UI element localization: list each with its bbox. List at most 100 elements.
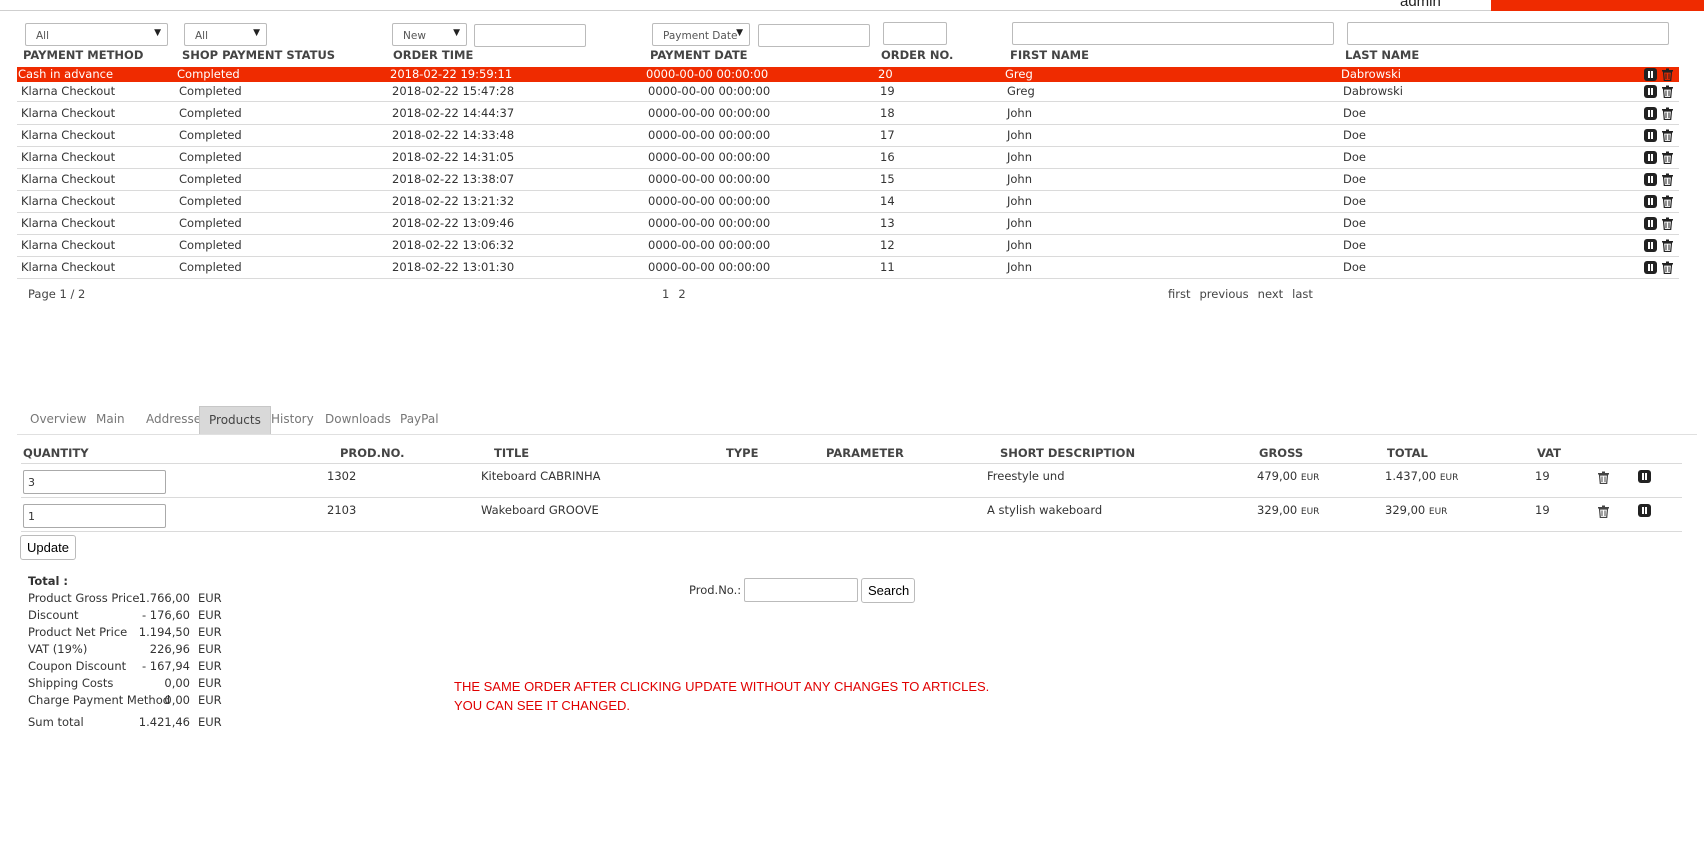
- order-first-name: John: [1007, 194, 1033, 208]
- pause-icon[interactable]: [1644, 261, 1657, 274]
- order-payment-status: Completed: [179, 238, 242, 252]
- order-last-name: Dabrowski: [1341, 67, 1401, 81]
- last-name-input[interactable]: [1347, 22, 1669, 45]
- column-header-payment-date[interactable]: PAYMENT DATE: [650, 48, 748, 62]
- pager-first-link[interactable]: first: [1168, 287, 1190, 301]
- payment-date-filter-value: Payment Date: [663, 30, 738, 42]
- pause-icon[interactable]: [1638, 470, 1651, 483]
- sum-total-value: 1.421,46: [138, 715, 190, 729]
- column-header-last-name[interactable]: LAST NAME: [1345, 48, 1419, 62]
- update-button[interactable]: Update: [20, 535, 76, 560]
- column-header-payment-method[interactable]: PAYMENT METHOD: [23, 48, 143, 62]
- page-numbers: 12: [662, 287, 695, 301]
- tab-overview[interactable]: Overview: [21, 406, 96, 433]
- trash-icon[interactable]: [1597, 505, 1610, 518]
- column-header-first-name[interactable]: FIRST NAME: [1010, 48, 1089, 62]
- trash-icon[interactable]: [1661, 195, 1674, 208]
- order-last-name: Doe: [1343, 194, 1366, 208]
- pause-icon[interactable]: [1644, 85, 1657, 98]
- trash-icon[interactable]: [1661, 85, 1674, 98]
- payment-method-filter[interactable]: All ▼: [25, 23, 168, 46]
- pause-icon[interactable]: [1644, 107, 1657, 120]
- order-row[interactable]: Klarna Checkout Completed 2018-02-22 15:47…: [17, 81, 1679, 102]
- order-row[interactable]: Klarna Checkout Completed 2018-02-22 14:31…: [17, 147, 1679, 169]
- column-header-shop-payment-status[interactable]: SHOP PAYMENT STATUS: [182, 48, 335, 62]
- tab-products[interactable]: Products: [199, 406, 271, 435]
- order-row[interactable]: Cash in advance Completed 2018-02-22 19:59…: [17, 67, 1679, 82]
- topbar-accent: [1491, 0, 1704, 11]
- first-name-input[interactable]: [1012, 22, 1334, 45]
- page-link-1[interactable]: 1: [662, 287, 669, 301]
- pager-next-link[interactable]: next: [1258, 287, 1283, 301]
- order-row[interactable]: Klarna Checkout Completed 2018-02-22 13:38…: [17, 169, 1679, 191]
- shop-payment-status-filter[interactable]: All ▼: [184, 23, 267, 46]
- tab-paypal[interactable]: PayPal: [391, 406, 448, 433]
- trash-icon[interactable]: [1661, 129, 1674, 142]
- order-last-name: Doe: [1343, 128, 1366, 142]
- totals-row-label: VAT (19%): [28, 642, 88, 656]
- order-row[interactable]: Klarna Checkout Completed 2018-02-22 13:06…: [17, 235, 1679, 257]
- tab-downloads[interactable]: Downloads: [316, 406, 400, 433]
- product-gross: 479,00 EUR: [1257, 469, 1319, 483]
- prod-no-search-input[interactable]: [744, 578, 858, 602]
- product-header-type: TYPE: [726, 446, 759, 460]
- page-link-2[interactable]: 2: [678, 287, 685, 301]
- order-payment-method: Klarna Checkout: [21, 260, 116, 274]
- quantity-input[interactable]: 3: [23, 470, 166, 494]
- currency-label: EUR: [1428, 507, 1448, 517]
- search-button[interactable]: Search: [861, 578, 915, 603]
- trash-icon[interactable]: [1661, 151, 1674, 164]
- order-row[interactable]: Klarna Checkout Completed 2018-02-22 14:33…: [17, 125, 1679, 147]
- order-row[interactable]: Klarna Checkout Completed 2018-02-22 13:01…: [17, 257, 1679, 279]
- totals-row: Discount - 176,60 EUR: [28, 608, 248, 622]
- order-row[interactable]: Klarna Checkout Completed 2018-02-22 13:09…: [17, 213, 1679, 235]
- column-header-order-no[interactable]: ORDER NO.: [881, 48, 953, 62]
- tab-history[interactable]: History: [262, 406, 323, 433]
- trash-icon[interactable]: [1661, 261, 1674, 274]
- order-row[interactable]: Klarna Checkout Completed 2018-02-22 14:44…: [17, 103, 1679, 125]
- pause-icon[interactable]: [1644, 129, 1657, 142]
- totals-row: VAT (19%) 226,96 EUR: [28, 642, 248, 656]
- order-number: 16: [880, 150, 895, 164]
- pause-icon[interactable]: [1638, 504, 1651, 517]
- currency-label: EUR: [1300, 473, 1320, 483]
- order-time-filter[interactable]: New ▼: [392, 23, 467, 46]
- totals-row-value: 226,96: [149, 642, 190, 656]
- pause-icon[interactable]: [1644, 195, 1657, 208]
- order-payment-date: 0000-00-00 00:00:00: [648, 260, 771, 274]
- product-row: 1 2103 Wakeboard GROOVE A stylish wakeboard…: [21, 498, 1682, 532]
- product-short-description: A stylish wakeboard: [987, 503, 1103, 517]
- order-payment-method: Klarna Checkout: [21, 150, 116, 164]
- trash-icon[interactable]: [1661, 239, 1674, 252]
- quantity-input[interactable]: 1: [23, 504, 166, 528]
- trash-icon[interactable]: [1661, 68, 1674, 81]
- order-row[interactable]: Klarna Checkout Completed 2018-02-22 13:21…: [17, 191, 1679, 213]
- tab-main[interactable]: Main: [87, 406, 134, 433]
- pause-icon[interactable]: [1644, 173, 1657, 186]
- pager-previous-link[interactable]: previous: [1199, 287, 1248, 301]
- column-header-order-time[interactable]: ORDER TIME: [393, 48, 473, 62]
- pause-icon[interactable]: [1644, 68, 1657, 81]
- order-first-name: John: [1007, 128, 1033, 142]
- payment-date-filter[interactable]: Payment Date ▼: [652, 23, 750, 46]
- trash-icon[interactable]: [1661, 107, 1674, 120]
- payment-date-input[interactable]: [758, 24, 870, 47]
- totals-row-label: Discount: [28, 608, 79, 622]
- totals-row: Coupon Discount - 167,94 EUR: [28, 659, 248, 673]
- pause-icon[interactable]: [1644, 151, 1657, 164]
- totals-row-label: Product Net Price: [28, 625, 128, 639]
- order-last-name: Doe: [1343, 150, 1366, 164]
- pause-icon[interactable]: [1644, 239, 1657, 252]
- order-time-input[interactable]: [474, 24, 586, 47]
- order-last-name: Doe: [1343, 238, 1366, 252]
- pager-last-link[interactable]: last: [1292, 287, 1313, 301]
- product-number: 2103: [327, 503, 357, 517]
- trash-icon[interactable]: [1661, 173, 1674, 186]
- shop-payment-status-filter-value: All: [195, 30, 209, 42]
- pause-icon[interactable]: [1644, 217, 1657, 230]
- product-header-title: TITLE: [494, 446, 530, 460]
- order-time-filter-value: New: [403, 30, 426, 42]
- trash-icon[interactable]: [1661, 217, 1674, 230]
- order-no-input[interactable]: [883, 22, 947, 45]
- trash-icon[interactable]: [1597, 471, 1610, 484]
